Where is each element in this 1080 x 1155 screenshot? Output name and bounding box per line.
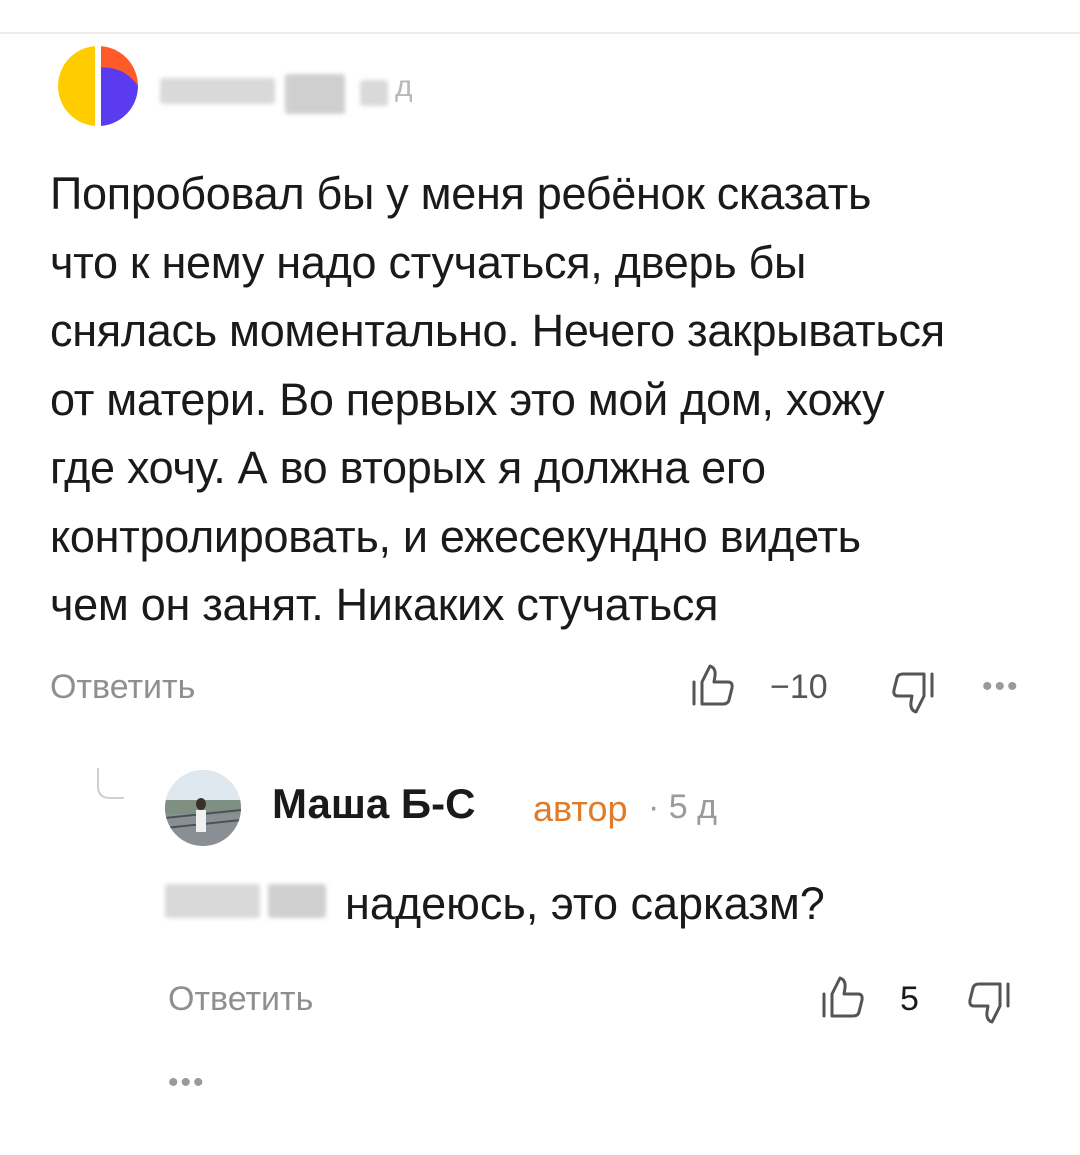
more-options-button[interactable]: ••• [168, 1066, 206, 1100]
reply-button[interactable]: Ответить [168, 980, 313, 1019]
thumbs-down-icon[interactable] [886, 666, 938, 718]
time-redacted [360, 80, 388, 106]
author-name-redacted [160, 78, 275, 104]
thread-connector [97, 768, 124, 799]
mention-redacted [268, 884, 326, 918]
like-count: −10 [770, 668, 828, 706]
comment-line: что к нему надо стучаться, дверь бы [50, 236, 807, 288]
avatar-logo-icon [50, 38, 146, 134]
author-name[interactable]: Маша Б-С [272, 780, 475, 828]
like-count: 5 [900, 980, 919, 1018]
avatar[interactable] [50, 38, 146, 134]
reply-text: надеюсь, это сарказм? [345, 878, 825, 929]
mention-redacted [165, 884, 260, 918]
thumbs-up-icon[interactable] [818, 972, 870, 1024]
comment-time: · 5 д [648, 788, 717, 826]
comment-line: где хочу. А во вторых я должна его [50, 442, 766, 493]
avatar-photo-icon [165, 770, 241, 846]
author-badge: автор [533, 788, 628, 829]
thumbs-down-icon[interactable] [962, 976, 1014, 1028]
reply-button[interactable]: Ответить [50, 668, 195, 707]
comment-text: Попробовал бы у меня ребёнок сказать что… [50, 160, 1050, 640]
comment-line: контролировать, и ежесекундно видеть [50, 510, 861, 562]
more-options-button[interactable]: ••• [982, 670, 1020, 704]
author-name-redacted [285, 74, 345, 114]
thumbs-up-icon[interactable] [688, 660, 740, 712]
comment-line: от матери. Во первых это мой дом, хожу [50, 373, 885, 425]
comment-line: Попробовал бы у меня ребёнок сказать [50, 168, 872, 219]
top-divider [0, 32, 1080, 34]
avatar[interactable] [165, 770, 241, 846]
comment-line: снялась моментально. Нечего закрываться [50, 305, 945, 356]
comment-line: чем он занят. Никаких стучаться [50, 579, 719, 630]
comment-time: д [395, 70, 413, 103]
